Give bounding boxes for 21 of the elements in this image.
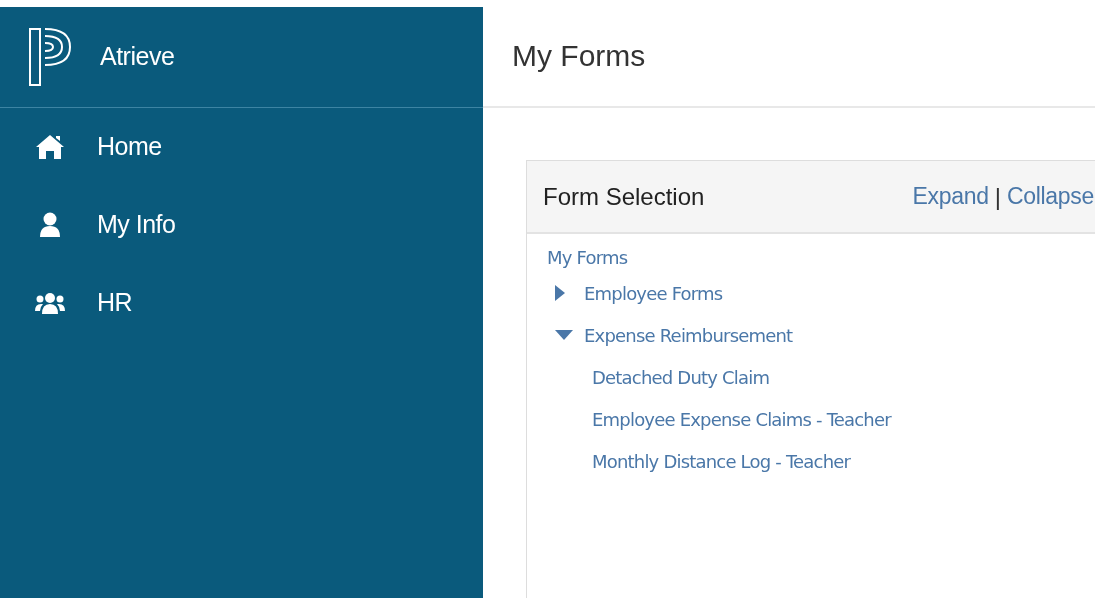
home-icon xyxy=(35,133,65,161)
tree-item[interactable]: Expense Reimbursement xyxy=(584,321,793,349)
action-link[interactable]: Expand xyxy=(912,179,989,214)
panel-title: Form Selection xyxy=(543,181,706,212)
nav-item[interactable]: HR xyxy=(0,264,483,342)
tree-item[interactable]: Employee Expense Claims - Teacher xyxy=(592,405,891,433)
tree-item[interactable]: Detached Duty Claim xyxy=(592,363,770,391)
brand-name: Atrieve xyxy=(100,41,175,73)
tree-item[interactable]: Employee Forms xyxy=(584,279,723,307)
group-icon xyxy=(35,292,65,314)
nav-item[interactable]: Home xyxy=(0,108,483,186)
action-link[interactable]: Collapse xyxy=(1006,179,1094,214)
logo-icon xyxy=(28,27,72,87)
separator: | xyxy=(994,181,1001,212)
caret-right-icon[interactable] xyxy=(555,285,565,301)
user-icon xyxy=(39,212,61,238)
caret-down-icon[interactable] xyxy=(555,330,573,340)
page-title: My Forms xyxy=(512,38,646,74)
tree-item[interactable]: Monthly Distance Log - Teacher xyxy=(592,447,851,475)
tree-item[interactable]: My Forms xyxy=(547,243,628,271)
nav-item[interactable]: My Info xyxy=(0,186,483,264)
